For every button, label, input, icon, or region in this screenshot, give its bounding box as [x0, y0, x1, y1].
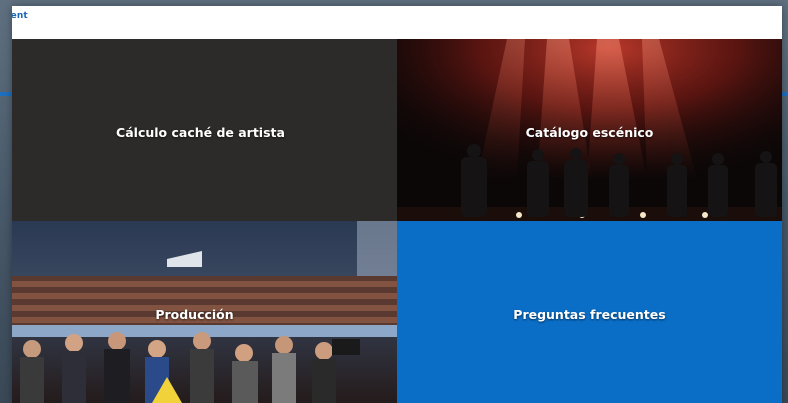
tile-title-artist-fee: Cálculo caché de artista	[116, 125, 285, 140]
app-window: lment Cálculo caché de artista	[12, 6, 782, 403]
tile-title-production: Producción	[155, 307, 234, 322]
tile-grid: Cálculo caché de artista Catálogo escéni…	[12, 39, 782, 403]
tile-faq[interactable]: Preguntas frecuentes	[397, 221, 782, 403]
tile-production[interactable]: Producción	[12, 221, 397, 403]
tile-title-faq: Preguntas frecuentes	[513, 307, 666, 322]
tile-title-stage-catalog: Catálogo escénico	[525, 125, 654, 140]
tile-stage-catalog[interactable]: Catálogo escénico	[397, 39, 782, 221]
top-bar: lment	[12, 6, 782, 39]
tile-artist-fee-calculator[interactable]: Cálculo caché de artista	[12, 39, 397, 221]
brand-logo[interactable]: lment	[12, 11, 28, 21]
